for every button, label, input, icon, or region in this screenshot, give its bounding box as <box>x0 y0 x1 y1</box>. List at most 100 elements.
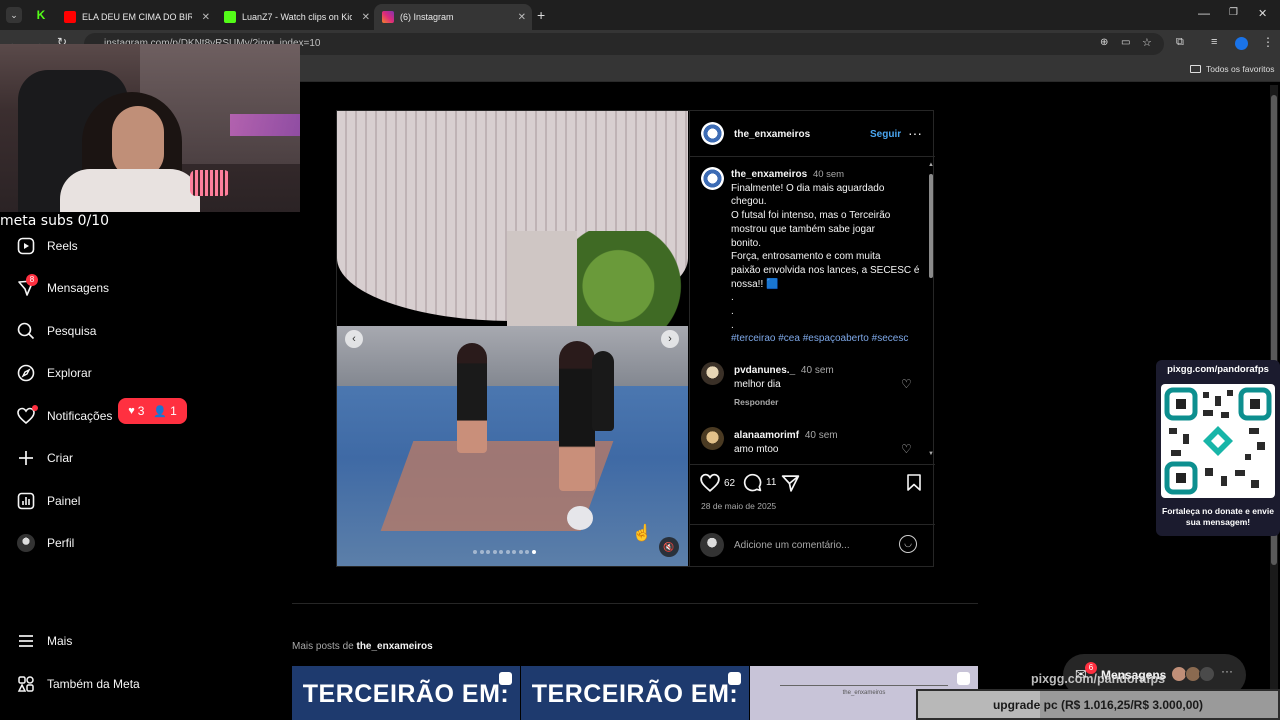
carousel-dot <box>531 550 536 554</box>
comment-time: 40 sem <box>800 365 834 376</box>
mute-button[interactable]: 🔇 <box>659 537 679 557</box>
author-avatar[interactable] <box>701 122 724 145</box>
sidebar-item-profile[interactable]: Perfil <box>16 533 74 553</box>
sidebar-item-more[interactable]: Mais <box>16 631 72 651</box>
pix-watermark: pixgg.com/pandorafps <box>1031 672 1166 686</box>
post-header: the_enxameiros Seguir ··· <box>690 111 935 157</box>
player-3 <box>592 351 614 431</box>
caption-hashtags[interactable]: #terceirao #cea #espaçoaberto #secesc <box>731 332 921 346</box>
browser-menu-icon[interactable]: ⋮ <box>1262 35 1274 49</box>
author-username[interactable]: the_enxameiros <box>734 129 810 140</box>
likes-count: 62 <box>724 477 736 489</box>
sidebar-item-notifications[interactable]: Notificações <box>16 405 113 426</box>
post-media[interactable]: ‹ › 🔇 <box>337 111 688 566</box>
comment-username[interactable]: pvdanunes._ <box>734 365 795 376</box>
tab-kick[interactable]: LuanZ7 - Watch clips on Kick ✕ <box>216 4 376 30</box>
sidebar-item-reels[interactable]: Reels <box>16 236 78 256</box>
gym-building <box>507 231 577 341</box>
share-icon <box>781 475 800 492</box>
carousel-next-button[interactable]: › <box>661 330 679 348</box>
messages-badge: 8 <box>26 274 38 286</box>
new-tab-button[interactable]: + <box>537 7 545 23</box>
bookmark-star-icon[interactable]: ☆ <box>1142 36 1152 49</box>
close-icon[interactable]: ✕ <box>518 12 526 23</box>
notifications-popup[interactable]: ♥ 3 👤 1 <box>118 398 187 424</box>
sidebar-item-search[interactable]: Pesquisa <box>16 321 96 341</box>
reel-icon <box>957 672 970 685</box>
close-icon[interactable]: ✕ <box>362 12 370 23</box>
sidebar-item-label: Notificações <box>47 409 113 423</box>
sidebar-item-label: Pesquisa <box>47 324 97 338</box>
sidebar-item-explore[interactable]: Explorar <box>16 363 92 383</box>
thumbnail-text: TERCEIRÃO EM: <box>302 680 510 708</box>
reels-icon <box>16 236 36 256</box>
reply-button[interactable]: Responder <box>734 397 834 407</box>
tab-search-button[interactable]: ⌄ <box>6 7 22 23</box>
sidebar-item-label: Reels <box>47 239 78 253</box>
kick-pinned-tab[interactable]: K <box>30 4 52 26</box>
comments-scrollbar[interactable]: ▲ ▼ <box>928 162 934 458</box>
media-control-icon[interactable]: ≡ <box>1211 36 1217 48</box>
sidebar-item-create[interactable]: Criar <box>16 448 73 468</box>
comment-icon <box>743 473 762 492</box>
comment-username[interactable]: alanaamorimf <box>734 430 799 441</box>
like-button[interactable]: 62 <box>700 473 735 493</box>
comment-text: amo mtoo <box>734 443 779 455</box>
like-comment-icon[interactable]: ♡ <box>901 442 912 456</box>
save-button[interactable] <box>906 473 922 497</box>
close-window-button[interactable]: ✕ <box>1258 7 1267 20</box>
post-thumbnail[interactable]: TERCEIRÃO EM: <box>292 666 520 720</box>
comment-2: alanaamorimf 40 sem amo mtoo <box>734 429 838 456</box>
caption-username[interactable]: the_enxameiros <box>731 169 807 180</box>
more-options-icon[interactable]: ··· <box>908 125 922 141</box>
scroll-down-arrow[interactable]: ▼ <box>928 451 934 457</box>
more-posts-username[interactable]: the_enxameiros <box>356 641 432 652</box>
extensions-icon[interactable]: ⧉ <box>1176 36 1184 49</box>
follows-count: 1 <box>170 404 177 418</box>
caption-line: bonito. <box>731 237 762 249</box>
post-thumbnail[interactable]: TERCEIRÃO EM: <box>521 666 749 720</box>
mouse-cursor-icon: ☝ <box>632 525 652 542</box>
minimize-button[interactable]: — <box>1198 6 1210 20</box>
player-1 <box>559 341 595 491</box>
share-button[interactable] <box>781 474 800 498</box>
section-divider <box>292 603 978 604</box>
restore-button[interactable]: ❐ <box>1229 7 1238 18</box>
comments-area[interactable]: the_enxameiros 40 sem Finalmente! O dia … <box>690 158 935 463</box>
add-comment-row: Adicione um comentário... ◡ <box>690 524 935 566</box>
reel-icon <box>728 672 741 685</box>
carousel-prev-button[interactable]: ‹ <box>345 330 363 348</box>
plus-icon <box>16 448 36 468</box>
more-options-icon[interactable]: ··· <box>1221 664 1233 678</box>
caption-avatar[interactable] <box>701 167 724 190</box>
comment-button[interactable]: 11 <box>743 473 776 492</box>
comment-avatar[interactable] <box>701 362 724 385</box>
tab-youtube[interactable]: ELA DEU EM CIMA DO BIRO N... ✕ <box>56 4 216 30</box>
more-posts-prefix: Mais posts de <box>292 641 357 652</box>
sidebar-item-dashboard[interactable]: Painel <box>16 491 80 511</box>
meta-subs-label: meta subs 0/10 <box>0 213 110 229</box>
profile-avatar[interactable] <box>1235 37 1248 50</box>
comments-count: 11 <box>766 477 777 488</box>
compass-icon <box>16 363 36 383</box>
carousel-dots <box>473 550 538 554</box>
follow-button[interactable]: Seguir <box>870 129 901 140</box>
all-bookmarks[interactable]: Todos os favoritos <box>1190 64 1275 74</box>
scroll-up-arrow[interactable]: ▲ <box>928 162 934 168</box>
pix-caption: Fortaleça no donate e envie sua mensagem… <box>1162 506 1274 527</box>
sidebar-item-also-from-meta[interactable]: Também da Meta <box>16 674 140 694</box>
reel-icon <box>499 672 512 685</box>
avatar <box>700 533 724 557</box>
comment-avatar[interactable] <box>701 427 724 450</box>
youtube-icon <box>64 11 76 23</box>
carousel-dot <box>505 550 510 554</box>
close-icon[interactable]: ✕ <box>202 12 210 23</box>
scrollbar-thumb[interactable] <box>929 174 933 278</box>
comment-input[interactable]: Adicione um comentário... <box>734 540 850 551</box>
like-comment-icon[interactable]: ♡ <box>901 377 912 391</box>
sidebar-item-messages[interactable]: 8 Mensagens <box>16 274 109 298</box>
cast-icon[interactable]: ▭ <box>1121 37 1130 48</box>
emoji-icon[interactable]: ◡ <box>899 535 917 553</box>
tab-instagram[interactable]: (6) Instagram ✕ <box>374 4 532 30</box>
zoom-icon[interactable]: ⊕ <box>1100 37 1108 48</box>
